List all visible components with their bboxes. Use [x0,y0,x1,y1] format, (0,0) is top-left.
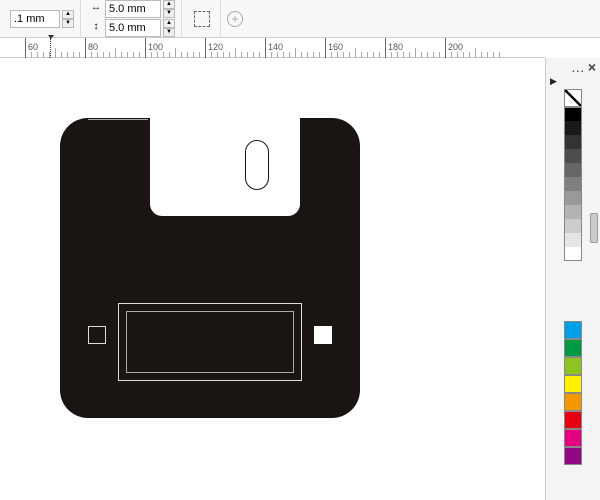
color-swatch[interactable] [564,219,582,233]
nudge-spinner[interactable]: ▲ ▼ [62,10,74,28]
disk-shutter-slot [245,140,269,190]
color-swatch[interactable] [564,163,582,177]
no-color-swatch[interactable] [564,89,582,107]
palette-scrollbar-thumb[interactable] [590,213,598,243]
disk-shutter [150,118,300,216]
horizontal-ruler[interactable]: 60 80 100 120 140 160 180 200 [0,38,545,58]
ruler-guide-marker[interactable] [50,38,51,58]
color-swatches [564,321,582,465]
floppy-disk-shape[interactable] [60,118,360,418]
color-palette-docker: … × ▶ [545,58,600,500]
spin-up-icon[interactable]: ▲ [163,0,175,9]
ruler-tick-label: 140 [268,42,283,52]
ruler-tick-label: 200 [448,42,463,52]
options-button[interactable]: + [223,7,247,31]
grayscale-swatches [564,107,582,261]
color-swatch[interactable] [564,321,582,339]
spin-up-icon[interactable]: ▲ [163,19,175,28]
ruler-tick-label: 80 [88,42,98,52]
bounding-box-icon [194,11,210,27]
color-swatch[interactable] [564,247,582,261]
color-swatch[interactable] [564,393,582,411]
color-swatch[interactable] [564,205,582,219]
color-swatch[interactable] [564,429,582,447]
spin-down-icon[interactable]: ▼ [62,19,74,28]
width-spinner[interactable]: ▲ ▼ [163,0,175,18]
swatch-column [546,87,600,465]
spin-up-icon[interactable]: ▲ [62,10,74,19]
ruler-tick-label: 60 [28,42,38,52]
color-swatch[interactable] [564,447,582,465]
disk-hole-right [314,326,332,344]
width-icon: ↔ [89,2,103,16]
palette-header: … × [546,58,600,76]
color-swatch[interactable] [564,411,582,429]
ruler-tick-label: 160 [328,42,343,52]
color-swatch[interactable] [564,233,582,247]
duplicate-distance-group: ↔ 5.0 mm ▲ ▼ ↕ 5.0 mm ▲ ▼ [83,0,182,37]
ruler-tick-label: 180 [388,42,403,52]
drawing-canvas[interactable] [0,58,545,500]
color-swatch[interactable] [564,107,582,121]
tool-buttons-group [184,0,221,37]
color-swatch[interactable] [564,135,582,149]
height-icon: ↕ [89,21,103,35]
spin-down-icon[interactable]: ▼ [163,28,175,37]
ruler-tick-label: 100 [148,42,163,52]
color-swatch[interactable] [564,375,582,393]
color-swatch[interactable] [564,121,582,135]
palette-menu-icon[interactable]: … [571,59,584,75]
property-bar: .1 mm ▲ ▼ ↔ 5.0 mm ▲ ▼ ↕ 5.0 mm ▲ ▼ [0,0,600,38]
flyout-arrow-icon[interactable]: ▶ [546,76,600,87]
ruler-tick-label: 120 [208,42,223,52]
spin-down-icon[interactable]: ▼ [163,9,175,18]
plus-icon: + [227,11,243,27]
nudge-group: .1 mm ▲ ▼ [4,0,81,37]
disk-label-inner [126,311,294,373]
color-swatch[interactable] [564,149,582,163]
color-swatch[interactable] [564,339,582,357]
close-icon[interactable]: × [588,59,596,75]
color-swatch[interactable] [564,191,582,205]
nudge-input[interactable]: .1 mm [10,10,60,28]
duplicate-width-input[interactable]: 5.0 mm [105,0,161,18]
treat-as-filled-button[interactable] [190,7,214,31]
color-swatch[interactable] [564,177,582,191]
disk-top-notch [88,118,148,120]
duplicate-height-input[interactable]: 5.0 mm [105,19,161,37]
color-swatch[interactable] [564,357,582,375]
height-spinner[interactable]: ▲ ▼ [163,19,175,37]
disk-hole-left [88,326,106,344]
